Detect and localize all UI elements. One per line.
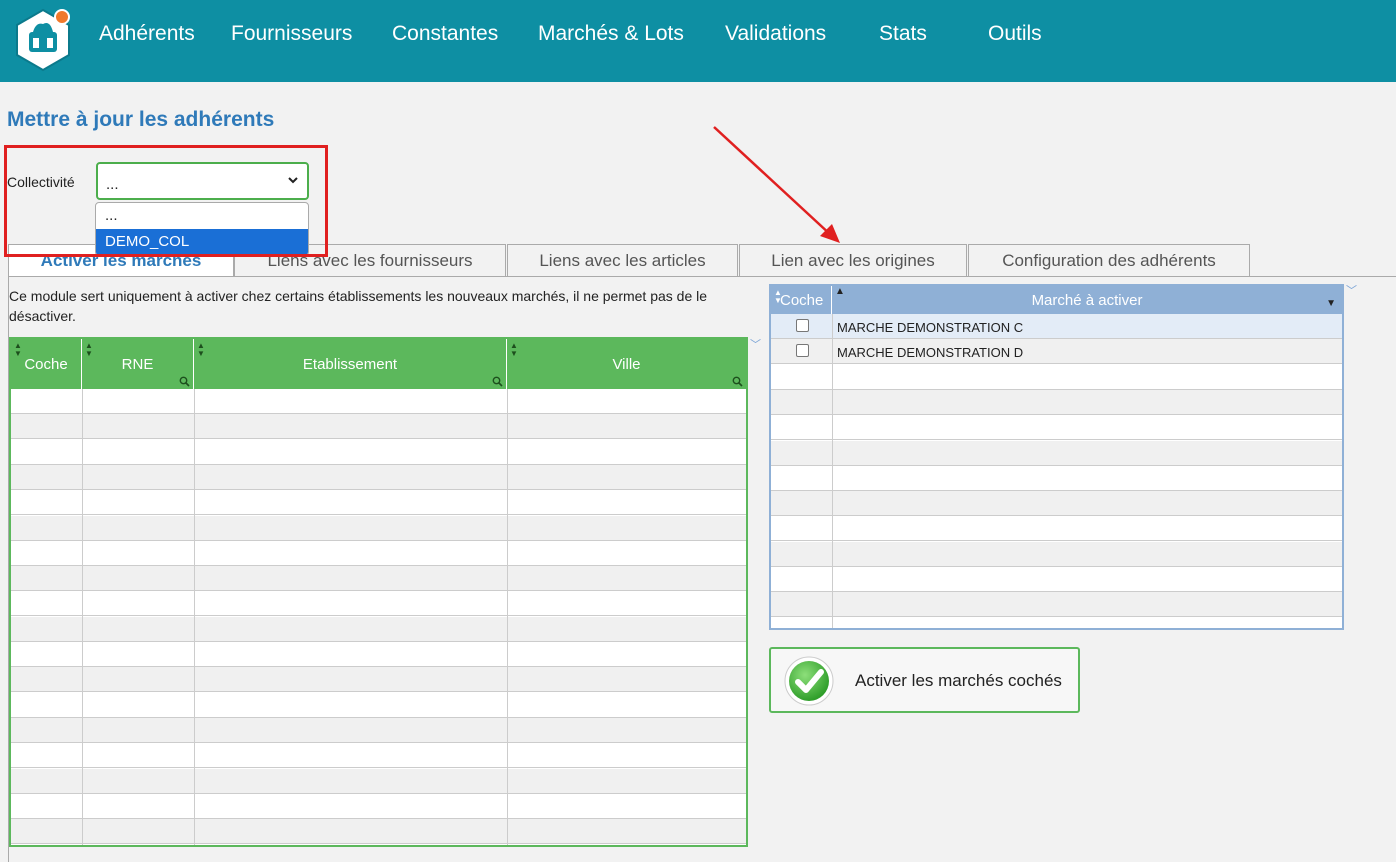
markets-grid: ▲ ▼ Coche ▲ Marché à activer ▼ MARCHE DEM… bbox=[769, 284, 1344, 630]
chevron-down-icon bbox=[288, 177, 298, 184]
table-row[interactable] bbox=[11, 440, 746, 465]
establishments-grid: ▲ ▼ Coche ▲ ▼ RNE ▲ ▼ Etablissement ▲ ▼ Vill… bbox=[9, 337, 748, 847]
app-logo-icon[interactable] bbox=[14, 8, 72, 72]
tab-lien-origines[interactable]: Lien avec les origines bbox=[739, 244, 967, 276]
scroll-down-chevron-icon[interactable]: ﹀ bbox=[1346, 282, 1357, 298]
column-header-etablissement[interactable]: ▲ ▼ Etablissement bbox=[194, 339, 507, 389]
table-row[interactable] bbox=[771, 440, 1342, 466]
table-row[interactable] bbox=[11, 642, 746, 667]
nav-validations[interactable]: Validations bbox=[725, 22, 826, 46]
top-nav-bar: Adhérents Fournisseurs Constantes Marché… bbox=[0, 0, 1396, 82]
table-row[interactable] bbox=[771, 466, 1342, 491]
module-description: Ce module sert uniquement à activer chez… bbox=[9, 288, 708, 324]
search-icon[interactable] bbox=[492, 376, 503, 387]
table-row[interactable] bbox=[11, 414, 746, 440]
collectivite-label: Collectivité bbox=[7, 174, 75, 190]
table-row[interactable] bbox=[771, 389, 1342, 415]
page-title: Mettre à jour les adhérents bbox=[7, 108, 275, 131]
column-header-ville[interactable]: ▲ ▼ Ville bbox=[507, 339, 746, 389]
nav-fournisseurs[interactable]: Fournisseurs bbox=[231, 22, 352, 46]
collectivite-value: ... bbox=[106, 176, 119, 193]
search-icon[interactable] bbox=[179, 376, 190, 387]
table-row[interactable] bbox=[11, 541, 746, 566]
nav-marches-lots[interactable]: Marchés & Lots bbox=[538, 22, 684, 46]
nav-outils[interactable]: Outils bbox=[988, 22, 1042, 46]
column-header-rne[interactable]: ▲ ▼ RNE bbox=[82, 339, 194, 389]
table-row[interactable]: MARCHE DEMONSTRATION C bbox=[771, 314, 1342, 339]
activate-markets-button[interactable]: Activer les marchés cochés bbox=[769, 647, 1080, 713]
table-row[interactable] bbox=[11, 591, 746, 617]
table-row[interactable] bbox=[11, 389, 746, 414]
dropdown-option-empty[interactable]: ... bbox=[96, 203, 308, 229]
tab-configuration-adherents[interactable]: Configuration des adhérents bbox=[968, 244, 1250, 276]
market-label: MARCHE DEMONSTRATION C bbox=[837, 320, 1024, 335]
table-row[interactable]: MARCHE DEMONSTRATION D bbox=[771, 339, 1342, 365]
table-row[interactable] bbox=[11, 667, 746, 693]
table-row[interactable] bbox=[11, 566, 746, 592]
table-row[interactable] bbox=[11, 490, 746, 516]
table-row[interactable] bbox=[771, 541, 1342, 567]
row-checkbox[interactable] bbox=[796, 319, 809, 332]
table-row[interactable] bbox=[11, 743, 746, 769]
column-header-coche[interactable]: ▲ ▼ Coche bbox=[771, 286, 832, 314]
table-row[interactable] bbox=[11, 794, 746, 819]
collectivite-dropdown: ... DEMO_COL bbox=[95, 202, 309, 256]
table-row[interactable] bbox=[771, 567, 1342, 592]
table-row[interactable] bbox=[11, 819, 746, 845]
tab-liens-articles[interactable]: Liens avec les articles bbox=[507, 244, 738, 276]
row-checkbox[interactable] bbox=[796, 344, 809, 358]
column-header-marche-a-activer[interactable]: ▲ Marché à activer ▼ bbox=[832, 286, 1342, 314]
table-row[interactable] bbox=[11, 616, 746, 642]
table-row[interactable] bbox=[11, 768, 746, 794]
search-icon[interactable] bbox=[732, 376, 743, 387]
table-row[interactable] bbox=[11, 464, 746, 490]
activate-markets-label: Activer les marchés cochés bbox=[855, 671, 1062, 690]
table-row[interactable] bbox=[11, 693, 746, 718]
scroll-down-chevron-icon[interactable]: ﹀ bbox=[750, 336, 761, 352]
filter-icon[interactable]: ▼ bbox=[1326, 298, 1336, 309]
market-label: MARCHE DEMONSTRATION D bbox=[837, 345, 1024, 361]
nav-adherents[interactable]: Adhérents bbox=[99, 22, 195, 46]
table-row[interactable] bbox=[771, 592, 1342, 618]
check-icon bbox=[784, 656, 834, 706]
table-row[interactable] bbox=[771, 516, 1342, 542]
dropdown-option-demo-col[interactable]: DEMO_COL bbox=[96, 229, 308, 255]
table-row[interactable] bbox=[11, 515, 746, 541]
column-header-coche[interactable]: ▲ ▼ Coche bbox=[11, 339, 82, 389]
nav-stats[interactable]: Stats bbox=[879, 22, 927, 46]
table-row[interactable] bbox=[771, 491, 1342, 517]
collectivite-select[interactable]: ... bbox=[96, 162, 309, 200]
nav-constantes[interactable]: Constantes bbox=[392, 22, 498, 46]
table-row[interactable] bbox=[771, 415, 1342, 441]
table-row[interactable] bbox=[771, 365, 1342, 390]
table-row[interactable] bbox=[11, 717, 746, 743]
